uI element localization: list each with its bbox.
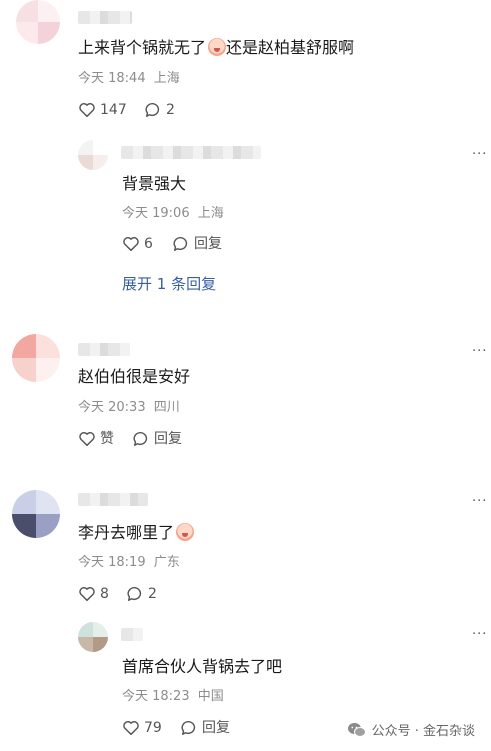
like-button[interactable]: 8 <box>78 585 109 603</box>
like-button[interactable]: 79 <box>122 719 162 737</box>
like-button[interactable]: 147 <box>78 101 127 119</box>
avatar[interactable] <box>16 0 60 44</box>
comment-time: 今天 19:06 <box>122 206 190 221</box>
avatar[interactable] <box>78 140 108 170</box>
comment-meta: 今天 19:06 上海 <box>122 206 224 222</box>
more-options-icon[interactable]: ··· <box>472 628 487 641</box>
reply-button[interactable]: 回复 <box>132 430 182 448</box>
heart-outline-icon <box>78 585 96 603</box>
username[interactable] <box>78 343 130 356</box>
comment-meta: 今天 18:23 中国 <box>122 689 224 705</box>
like-count: 79 <box>144 720 162 736</box>
speech-bubble-icon <box>126 585 144 603</box>
comment-location: 上海 <box>197 206 224 221</box>
reply-label: 回复 <box>202 720 230 736</box>
comment-meta: 今天 18:44 上海 <box>78 71 180 87</box>
comment-text: 李丹去哪里了 <box>78 523 195 543</box>
comment-text: 上来背个锅就无了 还是赵柏基舒服啊 <box>78 38 354 58</box>
more-options-icon[interactable]: ··· <box>472 148 487 161</box>
comment-text: 背景强大 <box>122 174 187 193</box>
heart-outline-icon <box>122 719 140 737</box>
reply-label: 回复 <box>154 431 182 447</box>
comment-time: 今天 18:44 <box>78 71 146 86</box>
comment-text-part: 还是赵柏基舒服啊 <box>226 38 355 57</box>
comment-location: 四川 <box>153 400 180 415</box>
like-count: 8 <box>100 586 109 602</box>
username[interactable] <box>78 493 148 506</box>
reply-count: 2 <box>166 102 175 118</box>
avatar[interactable] <box>12 334 60 382</box>
like-count: 147 <box>100 102 127 118</box>
comment-text: 赵伯伯很是安好 <box>78 367 191 386</box>
more-options-icon[interactable]: ··· <box>472 495 487 508</box>
like-count: 6 <box>144 236 153 252</box>
comment-location: 广东 <box>153 555 180 570</box>
reply-count: 2 <box>148 586 157 602</box>
comment-location: 上海 <box>153 71 180 86</box>
comment-meta: 今天 18:19 广东 <box>78 555 180 571</box>
more-options-icon[interactable]: ··· <box>472 345 487 358</box>
speech-bubble-icon <box>180 719 198 737</box>
watermark-text: 公众号 · 金石杂谈 <box>371 724 475 739</box>
reply-label: 回复 <box>194 236 222 252</box>
username[interactable] <box>78 11 132 24</box>
crying-emoji-icon <box>208 38 227 56</box>
speech-bubble-icon <box>144 101 162 119</box>
crying-emoji-icon <box>176 523 195 541</box>
reply-button[interactable]: 回复 <box>180 719 230 737</box>
speech-bubble-icon <box>172 235 190 253</box>
username[interactable] <box>121 628 143 641</box>
username[interactable] <box>121 146 261 159</box>
heart-outline-icon <box>78 430 96 448</box>
heart-outline-icon <box>78 101 96 119</box>
like-button[interactable]: 赞 <box>78 430 114 448</box>
comment-meta: 今天 20:33 四川 <box>78 400 180 416</box>
comment-location: 中国 <box>197 689 224 704</box>
expand-replies-link[interactable]: 展开 1 条回复 <box>122 275 216 293</box>
wechat-icon <box>347 722 366 737</box>
avatar[interactable] <box>78 622 108 652</box>
like-label: 赞 <box>100 431 114 447</box>
heart-outline-icon <box>122 235 140 253</box>
comment-time: 今天 20:33 <box>78 400 146 415</box>
reply-button[interactable]: 2 <box>126 585 157 603</box>
comment-time: 今天 18:23 <box>122 689 190 704</box>
watermark: 公众号 · 金石杂谈 <box>347 720 475 739</box>
reply-button[interactable]: 回复 <box>172 235 222 253</box>
speech-bubble-icon <box>132 430 150 448</box>
reply-button[interactable]: 2 <box>144 101 175 119</box>
comment-text: 首席合伙人背锅去了吧 <box>122 657 283 676</box>
comment-text-part: 上来背个锅就无了 <box>78 38 207 57</box>
like-button[interactable]: 6 <box>122 235 153 253</box>
avatar[interactable] <box>12 490 60 538</box>
comment-time: 今天 18:19 <box>78 555 146 570</box>
comment-text-part: 李丹去哪里了 <box>78 523 175 542</box>
